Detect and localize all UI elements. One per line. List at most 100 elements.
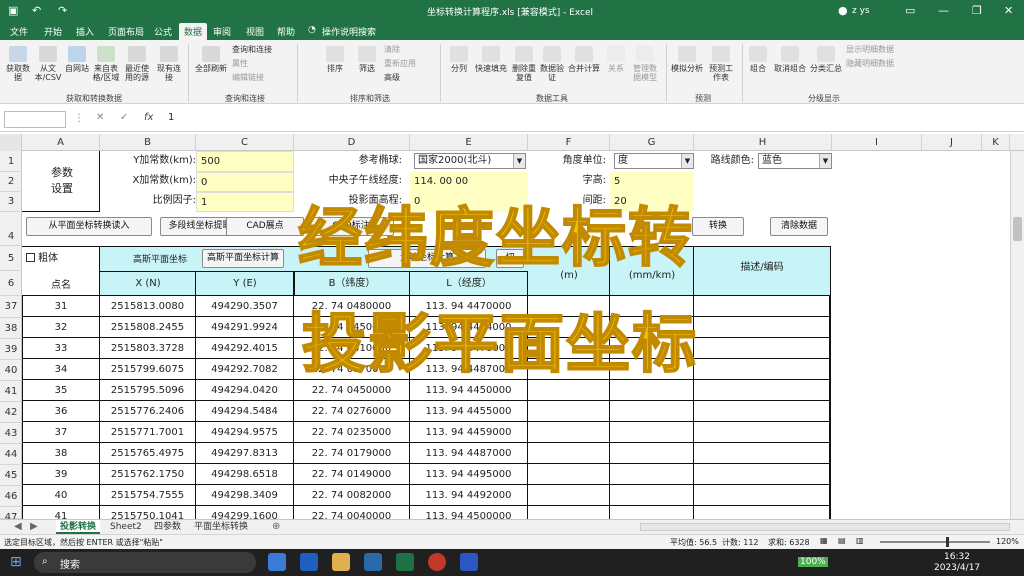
table-cell-empty[interactable] <box>610 401 694 422</box>
name-box[interactable] <box>4 111 66 128</box>
record-icon[interactable] <box>428 553 446 571</box>
tab-view[interactable]: 视图 <box>246 25 264 38</box>
sheet-tab[interactable]: 平面坐标转换 <box>190 520 252 534</box>
table-cell-n[interactable]: 40 <box>22 485 100 506</box>
table-cell-empty[interactable] <box>694 422 830 443</box>
column-header[interactable]: G <box>610 134 694 151</box>
ribbon-display-icon[interactable]: ▭ <box>905 4 915 17</box>
reapply-button[interactable]: 重新应用 <box>384 59 434 68</box>
checkbox-icon[interactable] <box>26 253 35 262</box>
outlook-icon[interactable] <box>300 553 318 571</box>
table-cell-empty[interactable] <box>610 422 694 443</box>
table-cell-n[interactable]: 35 <box>22 380 100 401</box>
queries-connections-button[interactable]: 查询和连接 <box>232 45 292 54</box>
table-cell-empty[interactable] <box>528 443 610 464</box>
tab-file[interactable]: 文件 <box>10 25 28 38</box>
table-cell-x[interactable]: 2515754.7555 <box>100 485 196 506</box>
row-header[interactable]: 42 <box>0 402 22 423</box>
avatar[interactable]: ● <box>838 4 848 17</box>
enter-icon[interactable]: ✓ <box>120 112 128 123</box>
table-cell-n[interactable]: 36 <box>22 401 100 422</box>
table-cell-n[interactable]: 31 <box>22 296 100 317</box>
column-header[interactable]: H <box>694 134 832 151</box>
relationships-button[interactable]: 关系 <box>604 46 628 73</box>
table-cell-b[interactable]: 22. 74 0450000 <box>294 380 410 401</box>
table-cell-l[interactable]: 113. 94 4492000 <box>410 485 528 506</box>
table-cell-n[interactable]: 39 <box>22 464 100 485</box>
table-cell-y[interactable]: 494291.9924 <box>196 317 294 338</box>
existing-connections-button[interactable]: 现有连接 <box>156 46 182 82</box>
from-web-button[interactable]: 自网站 <box>64 46 90 73</box>
table-cell-empty[interactable] <box>694 485 830 506</box>
gauss-calc-button[interactable]: 高斯平面坐标计算 <box>202 249 284 268</box>
table-cell-x[interactable]: 2515799.6075 <box>100 359 196 380</box>
angle-unit-select[interactable]: 度 ▼ <box>614 153 694 169</box>
tab-page-layout[interactable]: 页面布局 <box>108 25 144 38</box>
text-to-columns-button[interactable]: 分列 <box>446 46 472 73</box>
table-cell-x[interactable]: 2515776.2406 <box>100 401 196 422</box>
data-validation-button[interactable]: 数据验证 <box>538 46 566 82</box>
table-cell-y[interactable]: 494299.1600 <box>196 506 294 519</box>
column-header[interactable]: D <box>294 134 410 151</box>
table-cell-y[interactable]: 494292.4015 <box>196 338 294 359</box>
table-cell-x[interactable]: 2515765.4975 <box>100 443 196 464</box>
table-cell-y[interactable]: 494298.3409 <box>196 485 294 506</box>
column-header[interactable]: I <box>832 134 922 151</box>
bold-checkbox[interactable]: 粗体 <box>26 252 96 266</box>
recent-sources-button[interactable]: 最近使用的源 <box>122 46 152 82</box>
table-cell-empty[interactable] <box>528 464 610 485</box>
flash-fill-button[interactable]: 快速填充 <box>474 46 508 73</box>
hide-detail-button[interactable]: 隐藏明细数据 <box>846 59 916 68</box>
refresh-all-button[interactable]: 全部刷新 <box>194 46 228 73</box>
column-header[interactable]: A <box>22 134 100 151</box>
row-header[interactable]: 5 <box>0 246 22 271</box>
chevron-down-icon[interactable]: ▼ <box>819 154 831 168</box>
table-cell-empty[interactable] <box>610 464 694 485</box>
table-cell-empty[interactable] <box>610 443 694 464</box>
table-cell-empty[interactable] <box>694 359 830 380</box>
redo-icon[interactable]: ↷ <box>58 4 67 17</box>
table-cell-empty[interactable] <box>528 506 610 519</box>
zoom-level[interactable]: 120% <box>996 537 1019 546</box>
column-header[interactable]: K <box>982 134 1010 151</box>
convert-button[interactable]: 转换 <box>692 217 744 236</box>
table-cell-l[interactable]: 113. 94 4487000 <box>410 443 528 464</box>
sheet-tab[interactable]: 四参数 <box>150 520 185 534</box>
minimize-icon[interactable]: — <box>938 4 949 17</box>
table-cell-b[interactable]: 22. 74 0276000 <box>294 401 410 422</box>
normal-view-icon[interactable]: ▦ <box>820 536 828 545</box>
sort-button[interactable]: 排序 <box>322 46 348 73</box>
row-header[interactable]: 45 <box>0 465 22 486</box>
from-csv-button[interactable]: 从文本/CSV <box>34 46 62 82</box>
table-cell-empty[interactable] <box>694 317 830 338</box>
row-header[interactable]: 43 <box>0 423 22 444</box>
table-cell-b[interactable]: 22. 74 0040000 <box>294 506 410 519</box>
table-cell-x[interactable]: 2515762.1750 <box>100 464 196 485</box>
row-header[interactable]: 4 <box>0 212 22 246</box>
chevron-down-icon[interactable]: ▼ <box>513 154 525 168</box>
clock-time[interactable]: 16:32 <box>944 552 970 562</box>
formula-input[interactable]: 1 <box>168 112 174 123</box>
table-cell-empty[interactable] <box>694 296 830 317</box>
table-cell-empty[interactable] <box>528 401 610 422</box>
chevron-down-icon[interactable]: ▼ <box>681 154 693 168</box>
save-icon[interactable]: ▣ <box>8 4 18 17</box>
table-cell-n[interactable]: 32 <box>22 317 100 338</box>
scroll-thumb[interactable] <box>1013 217 1022 241</box>
table-cell-y[interactable]: 494290.3507 <box>196 296 294 317</box>
show-detail-button[interactable]: 显示明细数据 <box>846 45 916 54</box>
table-cell-n[interactable]: 38 <box>22 443 100 464</box>
ellipsoid-select[interactable]: 国家2000(北斗) ▼ <box>414 153 526 169</box>
tab-help[interactable]: 帮助 <box>277 25 295 38</box>
row-header[interactable]: 3 <box>0 192 22 212</box>
close-icon[interactable]: ✕ <box>1004 4 1013 17</box>
from-table-button[interactable]: 来自表格/区域 <box>92 46 120 82</box>
meridian-input[interactable]: 114. 00 00 <box>410 172 528 192</box>
edge-icon[interactable] <box>268 553 286 571</box>
column-header[interactable]: C <box>196 134 294 151</box>
horizontal-scrollbar[interactable] <box>640 523 1010 531</box>
x-const-input[interactable]: 0 <box>196 172 294 192</box>
table-cell-n[interactable]: 34 <box>22 359 100 380</box>
table-cell-y[interactable]: 494294.0420 <box>196 380 294 401</box>
table-cell-empty[interactable] <box>694 506 830 519</box>
